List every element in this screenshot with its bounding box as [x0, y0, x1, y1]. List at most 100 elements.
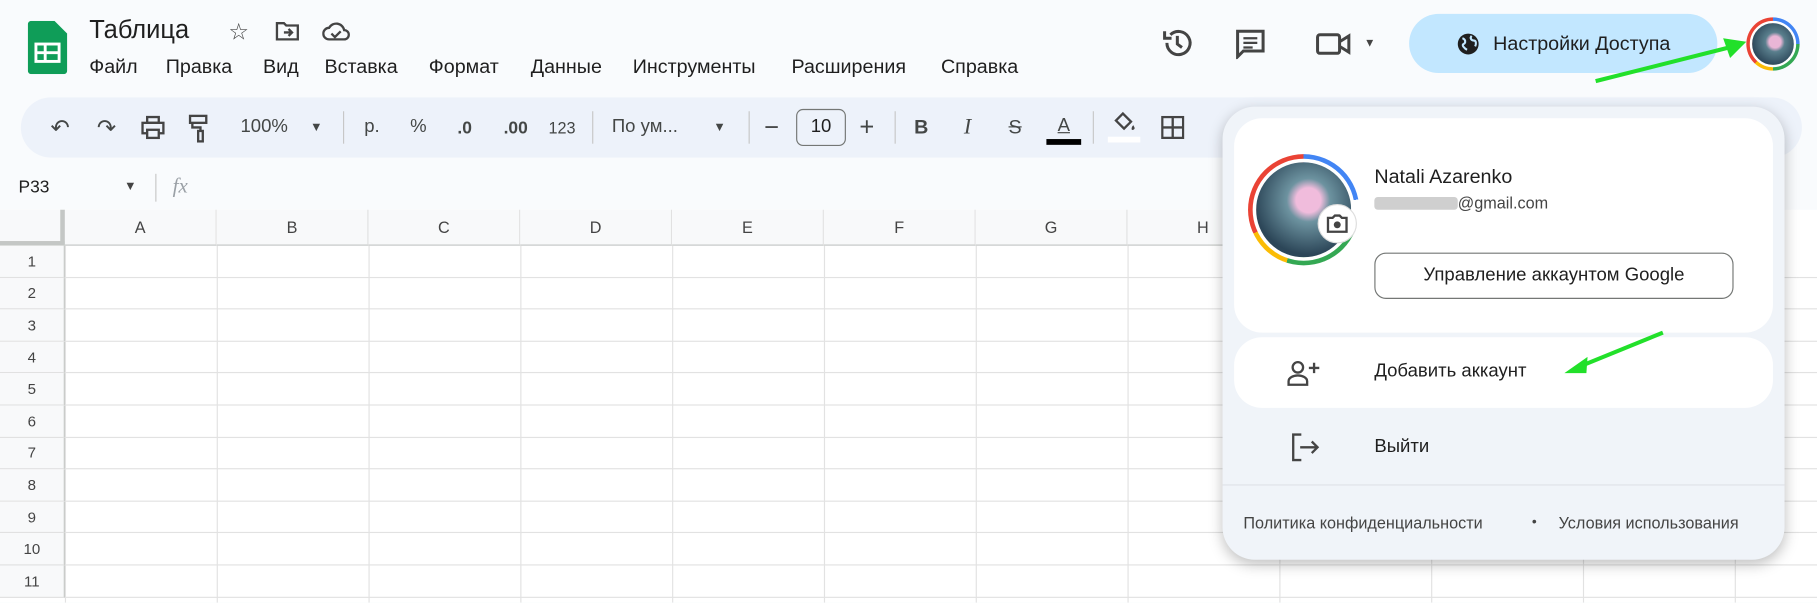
row-header-10[interactable]: 10: [0, 533, 65, 566]
row-header-7[interactable]: 7: [0, 437, 65, 470]
account-email: @gmail.com: [1374, 193, 1549, 213]
menu-edit[interactable]: Правка: [166, 56, 233, 79]
menu-view[interactable]: Вид: [263, 56, 299, 79]
menu-tools[interactable]: Инструменты: [633, 56, 756, 79]
version-history-icon[interactable]: [1161, 27, 1193, 59]
sheets-logo-icon[interactable]: [27, 20, 68, 75]
account-name: Natali Azarenko: [1374, 165, 1513, 188]
annotation-arrowhead-avatar: [1723, 38, 1747, 58]
zoom-caret-icon[interactable]: ▼: [308, 114, 324, 142]
menu-file[interactable]: Файл: [89, 56, 137, 79]
font-select[interactable]: По ум...: [612, 114, 693, 142]
column-header-a[interactable]: A: [64, 209, 217, 246]
footer-dot: •: [1531, 513, 1537, 530]
row-header-9[interactable]: 9: [0, 501, 65, 534]
row-header-6[interactable]: 6: [0, 405, 65, 438]
currency-format-button[interactable]: р.: [359, 114, 384, 142]
column-gridline: [368, 245, 370, 603]
column-gridline: [672, 245, 674, 603]
row-header-11[interactable]: 11: [0, 565, 65, 598]
font-size-input[interactable]: 10: [796, 108, 846, 147]
column-header-c[interactable]: C: [368, 209, 521, 246]
column-gridline: [216, 245, 218, 603]
row-gridline: [64, 564, 1817, 566]
paint-format-icon[interactable]: [188, 114, 209, 144]
change-photo-button[interactable]: [1317, 203, 1357, 244]
zoom-select[interactable]: 100%: [232, 114, 297, 142]
column-gridline: [64, 245, 67, 603]
strikethrough-button[interactable]: S: [1004, 114, 1027, 142]
italic-button[interactable]: I: [956, 114, 979, 142]
popup-divider: [1222, 484, 1785, 486]
avatar-image: [1749, 20, 1797, 68]
column-header-g[interactable]: G: [975, 209, 1128, 246]
name-box[interactable]: P33: [19, 177, 50, 197]
doc-title[interactable]: Таблица: [89, 15, 189, 45]
privacy-policy-link[interactable]: Политика конфиденциальности: [1243, 513, 1482, 532]
menu-extensions[interactable]: Расширения: [791, 56, 906, 79]
column-header-f[interactable]: F: [823, 209, 976, 246]
column-header-b[interactable]: B: [216, 209, 369, 246]
column-gridline: [823, 245, 826, 603]
row-header-4[interactable]: 4: [0, 341, 65, 374]
menu-data[interactable]: Данные: [531, 56, 602, 79]
bold-button[interactable]: B: [910, 114, 933, 142]
meet-video-icon[interactable]: [1315, 31, 1352, 56]
text-color-letter: A: [1057, 115, 1070, 136]
percent-format-button[interactable]: %: [406, 114, 431, 142]
menu-insert[interactable]: Вставка: [324, 56, 397, 79]
comments-icon[interactable]: [1235, 29, 1265, 60]
row-header-8[interactable]: 8: [0, 469, 65, 502]
sheets-window: Таблица ☆ Файл Правка Вид Вставка Формат…: [0, 0, 1817, 603]
name-box-caret-icon[interactable]: ▼: [124, 180, 137, 194]
borders-icon[interactable]: [1161, 115, 1185, 140]
terms-link[interactable]: Условия использования: [1559, 513, 1739, 532]
decrease-font-size-button[interactable]: −: [760, 112, 783, 141]
column-header-e[interactable]: E: [672, 209, 824, 246]
select-all-corner[interactable]: [0, 209, 65, 246]
formula-divider: [155, 173, 157, 202]
email-domain: @gmail.com: [1457, 193, 1549, 213]
text-color-button[interactable]: A: [1046, 114, 1082, 146]
column-gridline: [1127, 245, 1129, 603]
account-popup: Natali Azarenko @gmail.com Управление ак…: [1222, 106, 1785, 560]
fill-color-icon[interactable]: [1107, 109, 1142, 144]
column-header-d[interactable]: D: [520, 209, 673, 246]
increase-decimal-button[interactable]: .00: [498, 114, 533, 142]
cloud-status-icon[interactable]: [322, 20, 350, 43]
sign-out-item[interactable]: Выйти: [1234, 413, 1773, 483]
sign-out-label: Выйти: [1374, 436, 1430, 457]
row-header-1[interactable]: 1: [0, 245, 65, 278]
undo-icon[interactable]: ↶: [46, 114, 74, 142]
add-account-item[interactable]: Добавить аккаунт: [1234, 337, 1773, 408]
row-header-3[interactable]: 3: [0, 309, 65, 342]
row-header-5[interactable]: 5: [0, 373, 65, 406]
column-gridline: [520, 245, 522, 603]
row-gridline: [64, 596, 1817, 598]
fx-icon: fx: [172, 173, 188, 197]
share-button[interactable]: Настройки Доступа: [1409, 13, 1718, 74]
move-folder-icon[interactable]: [275, 20, 300, 43]
text-color-swatch: [1046, 138, 1082, 145]
manage-account-button[interactable]: Управление аккаунтом Google: [1374, 252, 1734, 299]
meet-dropdown-caret-icon[interactable]: ▼: [1362, 35, 1378, 51]
share-label: Настройки Доступа: [1493, 31, 1671, 54]
email-redacted: [1374, 196, 1458, 210]
column-gridline: [975, 245, 977, 603]
add-account-label: Добавить аккаунт: [1374, 361, 1527, 382]
sign-out-icon: [1292, 433, 1320, 462]
menu-help[interactable]: Справка: [941, 56, 1018, 79]
redo-icon[interactable]: ↷: [93, 114, 121, 142]
account-avatar-button[interactable]: [1746, 17, 1800, 71]
camera-icon: [1326, 214, 1348, 233]
decrease-decimal-button[interactable]: .0: [450, 114, 480, 142]
font-caret-icon[interactable]: ▼: [712, 114, 728, 142]
increase-font-size-button[interactable]: +: [855, 112, 878, 141]
star-icon[interactable]: ☆: [226, 19, 251, 44]
globe-icon: [1457, 33, 1479, 54]
print-icon[interactable]: [140, 115, 165, 140]
number-format-button[interactable]: 123: [545, 114, 580, 142]
add-person-icon: [1287, 360, 1320, 386]
row-header-2[interactable]: 2: [0, 277, 65, 310]
menu-format[interactable]: Формат: [429, 56, 499, 79]
